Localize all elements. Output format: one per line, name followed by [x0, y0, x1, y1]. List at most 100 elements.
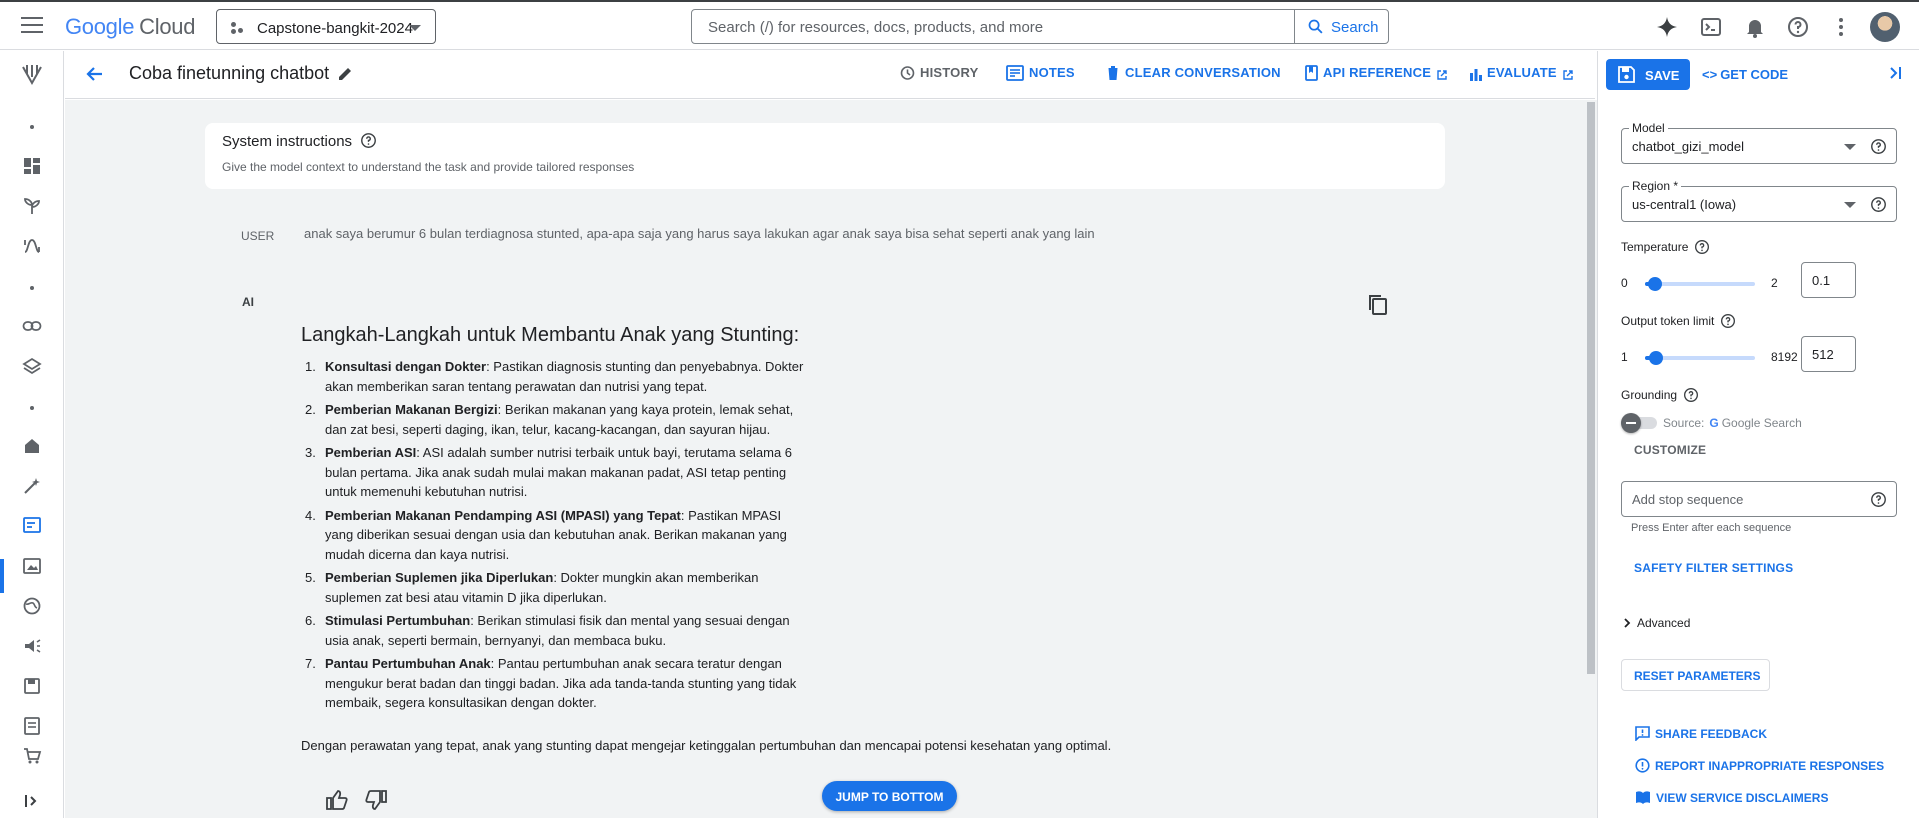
link-icon[interactable] [22, 316, 42, 336]
search-icon [1308, 19, 1323, 34]
step-number: 3. [305, 445, 316, 460]
expand-nav-icon[interactable] [24, 793, 40, 809]
notifications-bell-icon[interactable] [1743, 15, 1767, 39]
copy-icon[interactable] [1368, 294, 1388, 316]
temperature-input[interactable]: 0.1 [1801, 262, 1856, 298]
list-item: 4. Pemberian Makanan Pendamping ASI (MPAS… [301, 506, 806, 565]
slider-thumb[interactable] [1649, 351, 1663, 365]
grounding-toggle[interactable] [1621, 413, 1657, 433]
book-icon [1305, 65, 1318, 81]
report-responses-link[interactable]: REPORT INAPPROPRIATE RESPONSES [1635, 758, 1884, 773]
stop-sequence-input[interactable]: Add stop sequence [1621, 481, 1897, 517]
vertex-ai-logo-icon[interactable] [20, 63, 44, 87]
search-bar[interactable]: Search (/) for resources, docs, products… [691, 9, 1389, 44]
output-token-label: Output token limit [1621, 313, 1736, 329]
ai-role-label: AI [242, 295, 254, 309]
region-select[interactable]: Region * us-central1 (Iowa) [1621, 179, 1897, 222]
save-label: SAVE [1645, 68, 1680, 83]
search-input[interactable]: Search (/) for resources, docs, products… [708, 19, 1043, 36]
report-responses-label: REPORT INAPPROPRIATE RESPONSES [1655, 759, 1885, 773]
gemini-sparkle-icon[interactable] [1655, 15, 1679, 39]
evaluate-button[interactable]: EVALUATE [1470, 65, 1579, 81]
globe-icon[interactable] [22, 596, 42, 616]
collapse-panel-icon[interactable] [1887, 64, 1903, 82]
help-icon[interactable] [1720, 313, 1736, 329]
document-icon[interactable] [22, 716, 42, 736]
home-icon[interactable] [22, 436, 42, 456]
save-icon[interactable] [22, 676, 42, 696]
system-instructions-box[interactable]: System instructions Give the model conte… [205, 123, 1445, 189]
clear-conversation-label: CLEAR CONVERSATION [1125, 65, 1281, 80]
customize-button[interactable]: CUSTOMIZE [1634, 443, 1706, 457]
project-selector[interactable]: Capstone-bangkit-2024 [216, 9, 436, 44]
output-token-max: 8192 [1771, 350, 1798, 364]
tuning-wand-icon[interactable] [22, 476, 42, 496]
list-item: 3. Pemberian ASI: ASI adalah sumber nutri… [301, 443, 806, 502]
clear-conversation-button[interactable]: CLEAR CONVERSATION [1106, 65, 1281, 81]
slider-thumb[interactable] [1648, 277, 1662, 291]
toggle-knob [1621, 413, 1641, 433]
vision-icon[interactable] [22, 556, 42, 576]
save-button[interactable]: SAVE [1606, 59, 1690, 90]
feedback-icon [1635, 726, 1650, 742]
service-disclaimers-link[interactable]: VIEW SERVICE DISCLAIMERS [1635, 790, 1828, 805]
pipelines-icon[interactable] [22, 236, 42, 256]
help-icon[interactable] [1870, 196, 1887, 213]
temperature-label-text: Temperature [1621, 240, 1689, 254]
temperature-min: 0 [1621, 276, 1628, 290]
help-icon[interactable] [1683, 387, 1699, 403]
get-code-button[interactable]: <> GET CODE [1702, 67, 1788, 82]
share-feedback-link[interactable]: SHARE FEEDBACK [1635, 726, 1767, 742]
thumbs-down-icon[interactable] [364, 788, 388, 812]
search-button[interactable]: Search [1294, 10, 1388, 43]
api-reference-button[interactable]: API REFERENCE [1305, 65, 1453, 81]
help-icon[interactable] [1870, 138, 1887, 155]
output-token-input[interactable]: 512 [1801, 336, 1856, 372]
menu-icon[interactable] [21, 17, 43, 33]
step-heading: Pantau Pertumbuhan Anak [325, 656, 491, 671]
history-button[interactable]: HISTORY [899, 65, 978, 81]
source-name: Google Search [1721, 416, 1802, 430]
marketplace-cart-icon[interactable] [22, 746, 42, 766]
region-value: us-central1 (Iowa) [1632, 197, 1737, 212]
reset-parameters-button[interactable]: RESET PARAMETERS [1621, 659, 1770, 691]
help-icon[interactable] [1870, 491, 1887, 508]
report-icon [1635, 758, 1650, 773]
temperature-slider[interactable]: 0 2 [1621, 273, 1796, 293]
output-token-label-text: Output token limit [1621, 314, 1715, 328]
save-icon [1618, 66, 1635, 83]
advanced-toggle[interactable]: Advanced [1621, 616, 1690, 630]
help-icon[interactable] [1786, 15, 1810, 39]
model-garden-icon[interactable] [22, 196, 42, 216]
notes-button[interactable]: NOTES [1006, 65, 1075, 81]
nav-dot [30, 286, 34, 290]
edit-pencil-icon[interactable] [337, 66, 353, 82]
help-icon[interactable] [360, 132, 377, 149]
scrollbar-thumb[interactable] [1587, 102, 1595, 674]
step-heading: Konsultasi dengan Dokter [325, 359, 487, 374]
speech-icon[interactable] [22, 636, 42, 656]
open-in-new-icon [1563, 70, 1573, 80]
google-cloud-logo[interactable]: Google Cloud [65, 14, 195, 40]
scrollbar[interactable] [1585, 100, 1597, 818]
help-icon[interactable] [1694, 239, 1710, 255]
step-heading: Pemberian Suplemen jika Diperlukan [325, 570, 554, 585]
output-token-slider[interactable]: 1 8192 [1621, 347, 1798, 367]
avatar[interactable] [1870, 12, 1900, 42]
thumbs-up-icon[interactable] [325, 788, 349, 812]
model-label: Model [1629, 121, 1668, 135]
back-arrow-icon[interactable] [85, 64, 105, 84]
datasets-icon[interactable] [22, 356, 42, 376]
dashboard-icon[interactable] [22, 156, 42, 176]
service-disclaimers-label: VIEW SERVICE DISCLAIMERS [1656, 791, 1829, 805]
jump-to-bottom-button[interactable]: JUMP TO BOTTOM [822, 781, 957, 811]
model-select[interactable]: Model chatbot_gizi_model [1621, 121, 1897, 164]
search-button-label: Search [1331, 19, 1379, 36]
safety-filter-settings-button[interactable]: SAFETY FILTER SETTINGS [1634, 561, 1793, 575]
user-message: anak saya berumur 6 bulan terdiagnosa st… [304, 226, 1095, 241]
more-vert-icon[interactable] [1829, 15, 1853, 39]
language-prompt-icon[interactable] [22, 516, 42, 536]
step-number: 5. [305, 570, 316, 585]
cloud-shell-icon[interactable] [1699, 15, 1723, 39]
notes-label: NOTES [1029, 65, 1075, 80]
